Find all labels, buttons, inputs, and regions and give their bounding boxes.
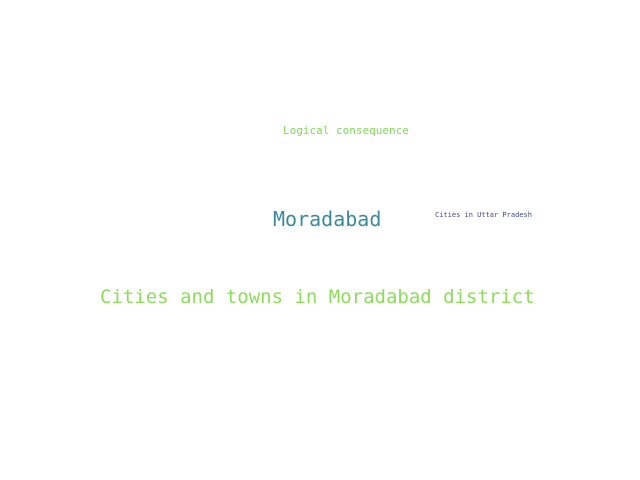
word-cloud: Logical consequence Moradabad Cities in … [0,0,640,480]
word-logical-consequence: Logical consequence [283,124,409,137]
word-cities-and-towns-in-moradabad-district: Cities and towns in Moradabad district [100,286,535,308]
word-cities-in-uttar-pradesh: Cities in Uttar Pradesh [435,211,532,219]
word-moradabad: Moradabad [273,207,382,231]
